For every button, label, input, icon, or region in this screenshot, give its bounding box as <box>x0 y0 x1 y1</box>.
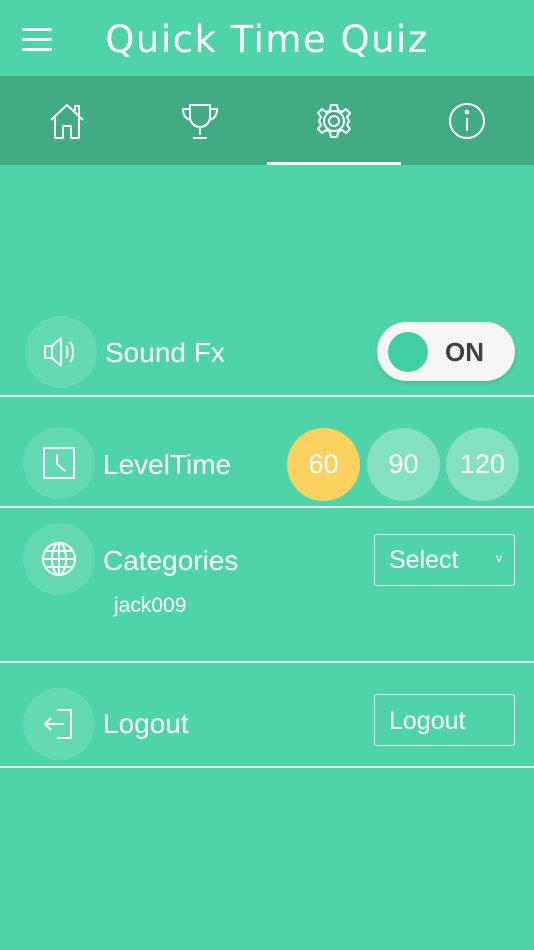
level-time-option-120[interactable]: 120 <box>446 428 519 501</box>
tab-settings[interactable] <box>267 76 401 165</box>
tab-home[interactable] <box>0 76 134 165</box>
level-time-option-90[interactable]: 90 <box>367 428 440 501</box>
home-icon <box>50 103 84 139</box>
tab-bar <box>0 76 534 165</box>
sound-fx-label: Sound Fx <box>105 337 225 368</box>
divider <box>0 506 534 508</box>
gear-icon <box>316 103 351 138</box>
level-time-label: LevelTime <box>103 449 232 480</box>
toggle-knob <box>388 332 428 372</box>
divider <box>0 766 534 768</box>
logout-button[interactable]: Logout <box>374 694 515 746</box>
categories-label: Categories <box>103 545 239 576</box>
clock-icon <box>23 427 95 499</box>
speaker-icon <box>25 316 97 388</box>
chevron-down-icon: v <box>496 551 502 565</box>
categories-select-value: Select <box>389 546 459 574</box>
logout-button-label: Logout <box>389 707 466 735</box>
divider <box>0 395 534 397</box>
username-text: jack009 <box>114 594 187 617</box>
app-title: Quick Time Quiz <box>105 18 429 61</box>
logout-label: Logout <box>103 708 189 739</box>
level-time-option-60[interactable]: 60 <box>287 428 360 501</box>
logout-icon <box>23 688 95 760</box>
trophy-icon <box>182 103 219 139</box>
tab-leaderboard[interactable] <box>134 76 268 165</box>
app-header: Quick Time Quiz <box>0 0 534 76</box>
tab-info[interactable] <box>401 76 534 165</box>
divider <box>0 661 534 663</box>
sound-fx-toggle[interactable]: ON <box>377 322 515 381</box>
categories-select[interactable]: Select v <box>374 534 515 586</box>
info-icon <box>449 102 486 139</box>
globe-icon <box>23 523 95 595</box>
toggle-state-text: ON <box>445 337 484 367</box>
